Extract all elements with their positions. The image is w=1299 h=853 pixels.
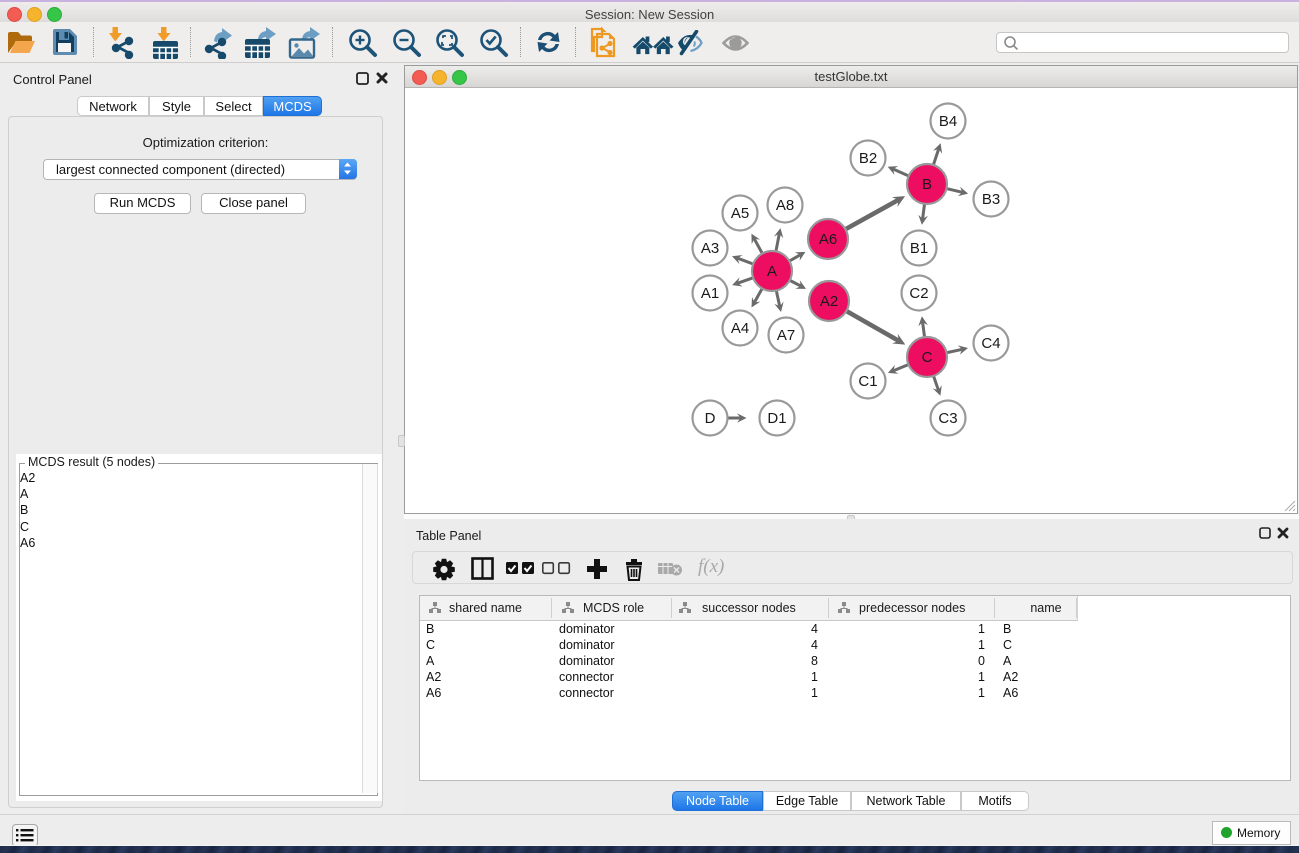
svg-text:C: C — [922, 349, 933, 366]
svg-text:A8: A8 — [776, 197, 794, 214]
svg-text:D: D — [705, 410, 716, 427]
svg-text:A6: A6 — [819, 231, 837, 248]
svg-text:B: B — [922, 176, 932, 193]
svg-text:C2: C2 — [909, 285, 928, 302]
svg-text:D1: D1 — [767, 410, 786, 427]
svg-text:C4: C4 — [981, 335, 1000, 352]
svg-text:B1: B1 — [910, 240, 928, 257]
svg-text:A7: A7 — [777, 327, 795, 344]
svg-text:A5: A5 — [731, 205, 749, 222]
svg-text:A1: A1 — [701, 285, 719, 302]
svg-text:C3: C3 — [938, 410, 957, 427]
svg-text:A3: A3 — [701, 240, 719, 257]
svg-text:A2: A2 — [820, 293, 838, 310]
svg-text:B2: B2 — [859, 150, 877, 167]
svg-text:B3: B3 — [982, 191, 1000, 208]
svg-text:A: A — [767, 263, 777, 280]
svg-text:B4: B4 — [939, 113, 957, 130]
svg-text:A4: A4 — [731, 320, 749, 337]
svg-text:C1: C1 — [858, 373, 877, 390]
